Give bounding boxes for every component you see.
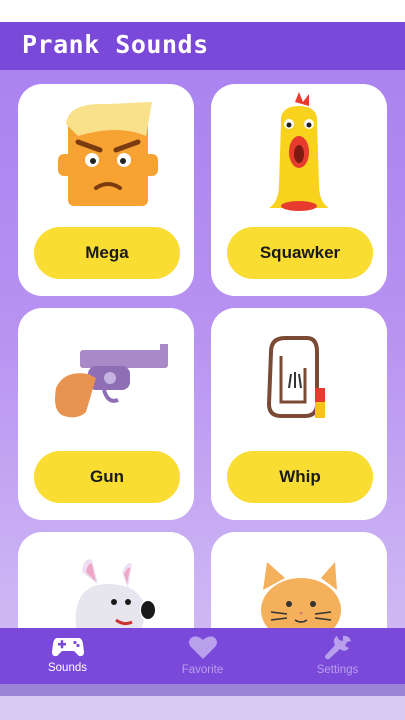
play-button-squawker[interactable]: Squawker [227, 227, 373, 279]
cat-icon [261, 562, 341, 628]
tab-sounds[interactable]: Sounds [0, 628, 135, 684]
revolver-icon [55, 344, 168, 418]
gamepad-icon [51, 638, 84, 657]
sound-card-mega[interactable]: Mega [18, 84, 194, 296]
page-title: Prank Sounds [22, 30, 209, 59]
bottom-divider [0, 684, 405, 696]
app-header: Prank Sounds [0, 22, 405, 70]
wrench-icon [324, 635, 351, 660]
tab-favorite-label: Favorite [181, 664, 224, 676]
rubber-chicken-icon [269, 92, 329, 211]
tab-sounds-label: Sounds [47, 662, 87, 674]
tab-settings[interactable]: Settings [270, 628, 405, 684]
sound-card-cat[interactable] [211, 532, 387, 628]
tab-settings-label: Settings [316, 664, 359, 676]
status-bar [0, 0, 405, 22]
tab-favorite[interactable]: Favorite [135, 628, 270, 684]
sound-card-gun[interactable]: Gun [18, 308, 194, 520]
sound-card-dog[interactable] [18, 532, 194, 628]
sound-card-whip[interactable]: Whip [211, 308, 387, 520]
bottom-tab-bar: Sounds Favorite Settings [0, 628, 405, 684]
angry-face-icon [58, 102, 158, 206]
sound-grid[interactable]: Mega Squawker Gun Whip [0, 70, 405, 628]
dog-icon [75, 559, 164, 628]
heart-icon [188, 636, 217, 659]
sound-card-squawker[interactable]: Squawker [211, 84, 387, 296]
play-button-whip[interactable]: Whip [227, 451, 373, 503]
play-button-mega[interactable]: Mega [34, 227, 180, 279]
play-button-gun[interactable]: Gun [34, 451, 180, 503]
whip-icon [266, 336, 325, 418]
system-nav-area [0, 696, 405, 720]
